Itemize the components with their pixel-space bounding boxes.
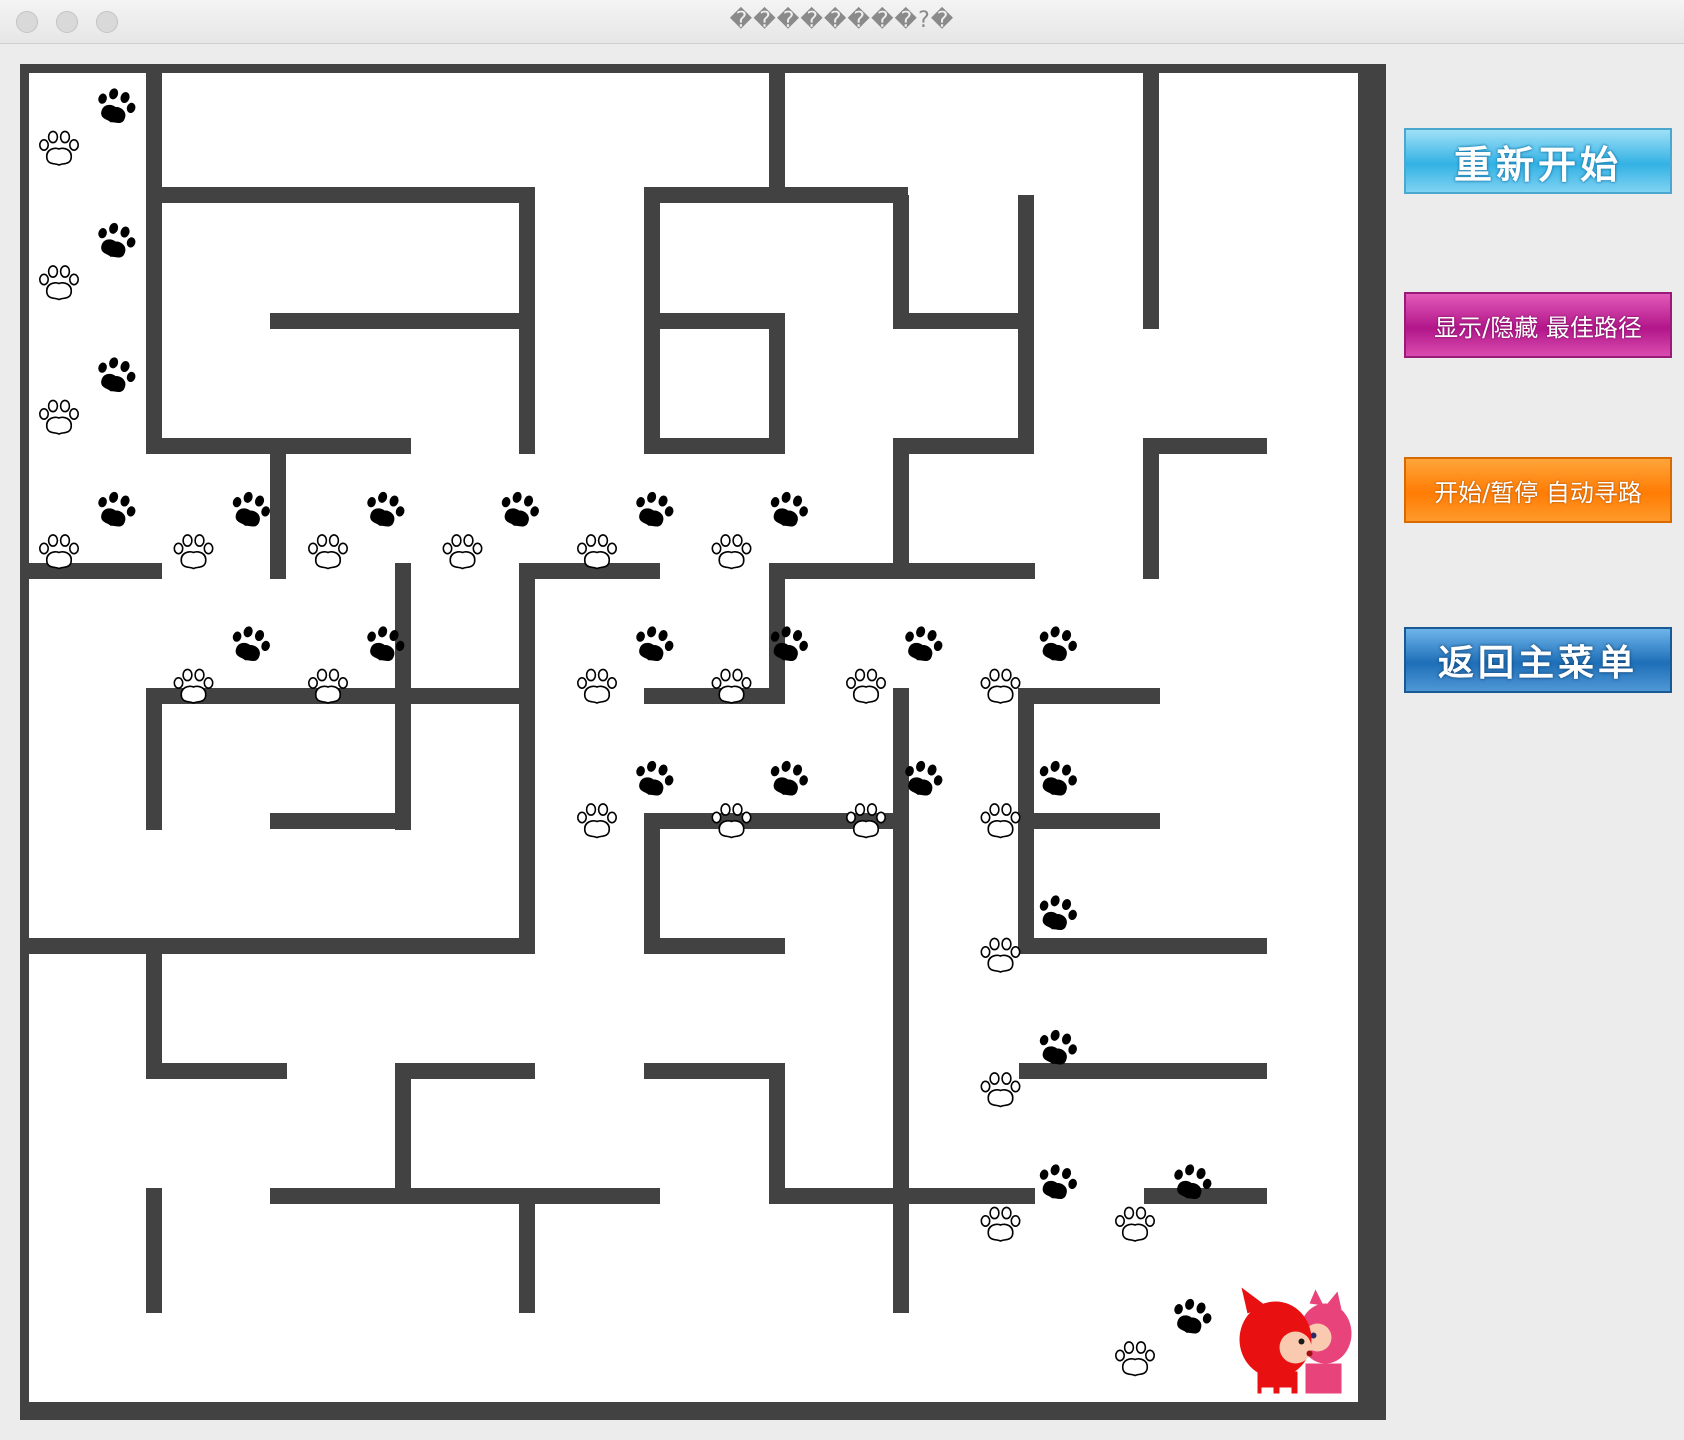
maze-wall [644,821,660,954]
maze-wall [1144,438,1267,454]
toggle-best-path-button[interactable]: 显示/隐藏 最佳路径 [1404,292,1672,358]
maze-wall [270,1188,660,1204]
maze-wall [1019,688,1160,704]
maze-wall [1143,438,1159,579]
maze-wall [644,438,770,454]
maze-wall [908,313,1034,329]
maze-wall [519,563,535,954]
maze-wall [644,1063,785,1079]
maze-wall [395,563,411,830]
maze-wall [1143,73,1159,329]
maze-wall [893,438,909,579]
window-titlebar: ��������?� [0,0,1684,44]
maze-wall [395,1071,411,1204]
maze-wall [1019,938,1267,954]
maze-wall [146,1063,287,1079]
maze-wall [395,1063,535,1079]
restart-button[interactable]: 重新开始 [1404,128,1672,194]
maze-board [20,64,1386,1420]
maze-wall [644,313,770,329]
maze-wall [519,1188,535,1313]
auto-pathfind-button[interactable]: 开始/暂停 自动寻路 [1404,457,1672,523]
maze-wall [893,688,909,1313]
maze-wall [644,688,785,704]
maze-wall [908,438,1034,454]
maze-wall [270,313,535,329]
maze-wall [146,946,162,1079]
maze-wall [1019,813,1160,829]
maze-canvas [29,73,1358,1402]
maze-wall [769,1063,785,1204]
maze-wall [893,195,909,329]
maze-wall [769,313,785,454]
maze-wall [146,73,162,446]
maze-wall [1144,1188,1267,1204]
maze-wall [1019,1063,1267,1079]
maze-wall [644,938,785,954]
maze-wall [146,1188,162,1313]
maze-wall [270,813,411,829]
window-title: ��������?� [729,8,955,33]
maze-wall [644,195,660,454]
maze-wall [519,195,535,454]
maze-wall [29,938,535,954]
main-menu-button[interactable]: 返回主菜单 [1404,627,1672,693]
maze-wall [146,696,162,830]
maze-wall [270,446,286,579]
maze-wall [1018,688,1034,954]
maze-wall [1018,195,1034,454]
maze-wall [146,187,535,203]
maze-wall [769,73,785,203]
